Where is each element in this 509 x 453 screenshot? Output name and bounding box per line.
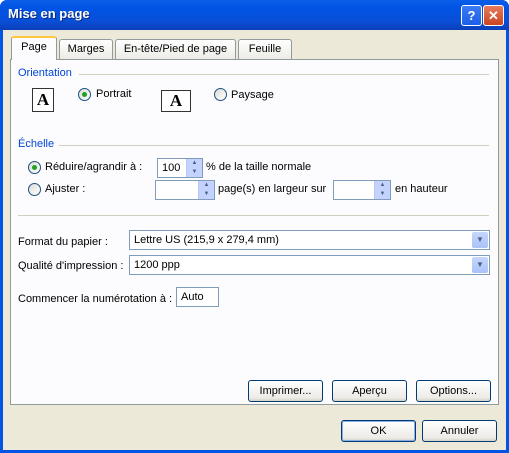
- dialog-client-area: Page Marges En-tête/Pied de page Feuille…: [3, 30, 506, 450]
- reduire-suffix: % de la taille normale: [206, 161, 312, 173]
- ok-button[interactable]: OK: [341, 420, 416, 442]
- qualite-select[interactable]: 1200 ppp ▼: [129, 255, 490, 275]
- ajuster-height-spin-buttons[interactable]: ▲ ▼: [374, 181, 390, 199]
- paysage-label[interactable]: Paysage: [231, 89, 274, 101]
- help-button[interactable]: ?: [461, 5, 482, 26]
- tab-marges-label: Marges: [67, 43, 105, 55]
- ajuster-mid-label: page(s) en largeur sur: [218, 183, 327, 195]
- ajuster-radio[interactable]: [28, 183, 41, 196]
- format-value: Lettre US (215,9 x 279,4 mm): [134, 234, 279, 246]
- echelle-divider: [59, 145, 489, 146]
- dialog-window: Mise en page ? ✕ Page Marges En-tête/Pie…: [0, 0, 509, 453]
- tab-feuille-label: Feuille: [248, 43, 282, 55]
- reduire-spin-buttons[interactable]: ▲ ▼: [186, 159, 202, 177]
- numerotation-label: Commencer la numérotation à :: [18, 293, 173, 305]
- portrait-radio[interactable]: [78, 88, 91, 101]
- close-button[interactable]: ✕: [483, 5, 504, 26]
- apercu-button[interactable]: Aperçu: [332, 380, 407, 402]
- qualite-label: Qualité d'impression :: [18, 260, 124, 272]
- qualite-value: 1200 ppp: [134, 259, 180, 271]
- landscape-icon: A: [161, 90, 191, 112]
- tab-panel-page: Orientation A Portrait A Paysage Échelle…: [10, 59, 499, 405]
- ajuster-width-spin-buttons[interactable]: ▲ ▼: [198, 181, 214, 199]
- paysage-radio[interactable]: [214, 88, 227, 101]
- tab-page[interactable]: Page: [11, 36, 57, 60]
- imprimer-button[interactable]: Imprimer...: [248, 380, 323, 402]
- format-dropdown-arrow-icon[interactable]: ▼: [472, 232, 488, 248]
- annuler-button[interactable]: Annuler: [422, 420, 497, 442]
- reduire-value: 100: [162, 162, 181, 174]
- orientation-divider: [79, 74, 489, 75]
- format-label: Format du papier :: [18, 236, 108, 248]
- window-title: Mise en page: [8, 6, 90, 21]
- spin-down-icon[interactable]: ▼: [199, 190, 214, 199]
- spin-up-icon[interactable]: ▲: [187, 159, 202, 168]
- portrait-icon: A: [32, 88, 54, 112]
- portrait-label[interactable]: Portrait: [96, 88, 131, 100]
- orientation-group-label: Orientation: [18, 67, 72, 79]
- format-select[interactable]: Lettre US (215,9 x 279,4 mm) ▼: [129, 230, 490, 250]
- ajuster-label[interactable]: Ajuster :: [45, 183, 85, 195]
- numerotation-value: Auto: [181, 291, 204, 303]
- reduire-radio[interactable]: [28, 161, 41, 174]
- reduire-label[interactable]: Réduire/agrandir à :: [45, 161, 142, 173]
- tab-feuille[interactable]: Feuille: [238, 39, 292, 59]
- ajuster-suffix: en hauteur: [395, 183, 448, 195]
- reduire-spinbox[interactable]: 100 ▲ ▼: [157, 158, 203, 178]
- spin-down-icon[interactable]: ▼: [375, 190, 390, 199]
- spin-up-icon[interactable]: ▲: [199, 181, 214, 190]
- ajuster-height-spinbox[interactable]: ▲ ▼: [333, 180, 391, 200]
- options-button[interactable]: Options...: [416, 380, 491, 402]
- spin-up-icon[interactable]: ▲: [375, 181, 390, 190]
- numerotation-input[interactable]: Auto: [176, 287, 219, 307]
- tab-marges[interactable]: Marges: [59, 39, 113, 59]
- echelle-group-label: Échelle: [18, 138, 55, 150]
- section-divider: [18, 215, 489, 216]
- title-bar[interactable]: Mise en page ? ✕: [0, 0, 509, 30]
- qualite-dropdown-arrow-icon[interactable]: ▼: [472, 257, 488, 273]
- tab-entete-pied[interactable]: En-tête/Pied de page: [115, 39, 236, 59]
- tab-entete-pied-label: En-tête/Pied de page: [123, 43, 228, 55]
- ajuster-width-spinbox[interactable]: ▲ ▼: [155, 180, 215, 200]
- spin-down-icon[interactable]: ▼: [187, 168, 202, 177]
- tab-page-label: Page: [21, 41, 47, 53]
